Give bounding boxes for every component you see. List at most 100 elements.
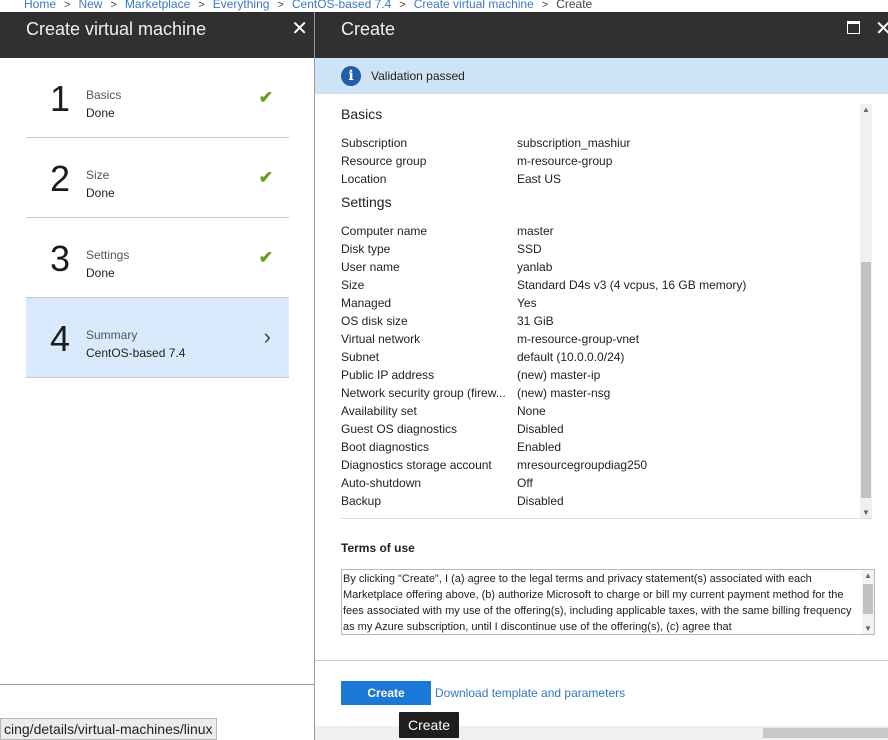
summary-key: Diagnostics storage account: [341, 458, 492, 472]
scrollbar-thumb[interactable]: [863, 584, 873, 614]
summary-row: Managed Yes: [341, 294, 873, 312]
summary-row: Backup Disabled: [341, 492, 873, 510]
summary-row: Disk type SSD: [341, 240, 873, 258]
breadcrumb-link[interactable]: Everything: [213, 0, 270, 11]
section-title: Settings: [341, 194, 392, 210]
check-icon: ✔: [258, 88, 273, 107]
summary-value: Off: [517, 476, 533, 490]
summary-row: Availability set None: [341, 402, 873, 420]
wizard-step-summary[interactable]: 4 Summary CentOS-based 7.4 ›: [26, 298, 289, 378]
summary-value: Enabled: [517, 440, 562, 454]
summary-row: Resource group m-resource-group: [341, 152, 873, 170]
step-number: 2: [50, 158, 71, 199]
summary-value: SSD: [517, 242, 542, 256]
summary-row: Guest OS diagnostics Disabled: [341, 420, 873, 438]
step-status: CentOS-based 7.4: [86, 346, 186, 360]
summary-value: Yes: [517, 296, 537, 310]
summary-key: Boot diagnostics: [341, 440, 430, 454]
summary-value: mresourcegroupdiag250: [517, 458, 648, 472]
validation-message: Validation passed: [371, 69, 465, 83]
vertical-scrollbar[interactable]: ▲ ▼: [860, 104, 872, 518]
summary-row: Network security group (firew... (new) ma…: [341, 384, 873, 402]
summary-key: Virtual network: [341, 332, 421, 346]
breadcrumb-link[interactable]: CentOS-based 7.4: [292, 0, 391, 11]
scroll-down-icon[interactable]: ▼: [860, 508, 872, 517]
blade-title: Create virtual machine: [26, 19, 207, 39]
breadcrumb-current: Create: [556, 0, 593, 11]
wizard-step-basics[interactable]: 1 Basics Done ✔: [26, 58, 289, 138]
wizard-steps: 1 Basics Done ✔ 2 Size Done ✔ 3 Settings Done ✔ 4 Sum…: [26, 58, 289, 378]
scrollbar-thumb[interactable]: [861, 262, 871, 498]
summary-key: User name: [341, 260, 400, 274]
breadcrumb-link[interactable]: Marketplace: [125, 0, 190, 11]
summary-value: East US: [517, 172, 562, 186]
summary-key: Disk type: [341, 242, 391, 256]
step-status: Done: [86, 106, 115, 120]
section-title: Basics: [341, 106, 383, 122]
summary-value: 31 GiB: [517, 314, 554, 328]
summary-value: (new) master-ip: [517, 368, 601, 382]
summary-value: m-resource-group-vnet: [517, 332, 640, 346]
chevron-right-icon: ›: [263, 324, 271, 349]
chevron-right-icon: >: [198, 0, 205, 11]
summary-value: (new) master-nsg: [517, 386, 611, 400]
breadcrumb-link[interactable]: New: [78, 0, 102, 11]
chevron-right-icon: >: [110, 0, 117, 11]
summary-key: Size: [341, 278, 365, 292]
summary-row: Size Standard D4s v3 (4 vcpus, 16 GB memo…: [341, 276, 873, 294]
download-template-link[interactable]: Download template and parameters: [435, 686, 625, 700]
summary-key: Subscription: [341, 136, 408, 150]
create-vm-blade: Create virtual machine ✕ 1 Basics Done ✔ 2 Si…: [0, 12, 315, 740]
breadcrumb-link[interactable]: Home: [24, 0, 56, 11]
close-icon[interactable]: ✕: [875, 16, 888, 41]
summary-value: Standard D4s v3 (4 vcpus, 16 GB memory): [517, 278, 747, 292]
terms-textbox[interactable]: By clicking "Create", I (a) agree to the…: [341, 569, 875, 635]
validation-banner: i Validation passed: [315, 58, 888, 94]
chevron-right-icon: >: [64, 0, 71, 11]
summary-list[interactable]: Basics Subscription subscription_mashiur Re…: [341, 104, 873, 518]
summary-key: Resource group: [341, 154, 427, 168]
terms-text: By clicking "Create", I (a) agree to the…: [343, 573, 852, 633]
summary-key: Managed: [341, 296, 392, 310]
terms-title: Terms of use: [341, 541, 415, 555]
close-icon[interactable]: ✕: [291, 16, 308, 41]
terms-scrollbar[interactable]: ▲ ▼: [862, 570, 874, 634]
check-icon: ✔: [258, 248, 273, 267]
step-number: 3: [50, 238, 71, 279]
summary-value: subscription_mashiur: [517, 136, 631, 150]
create-tooltip: Create: [399, 712, 459, 738]
divider: [0, 684, 314, 685]
summary-key: OS disk size: [341, 314, 408, 328]
summary-key: Guest OS diagnostics: [341, 422, 458, 436]
step-title: Size: [86, 168, 110, 182]
maximize-icon[interactable]: [847, 21, 860, 34]
breadcrumb-link[interactable]: Create virtual machine: [414, 0, 534, 11]
scrollbar-thumb[interactable]: [763, 728, 888, 738]
scroll-up-icon[interactable]: ▲: [862, 571, 874, 580]
step-number: 4: [50, 318, 71, 359]
status-url: cing/details/virtual-machines/linux: [0, 718, 217, 740]
scroll-down-icon[interactable]: ▼: [862, 624, 874, 633]
summary-value: m-resource-group: [517, 154, 613, 168]
summary-key: Public IP address: [341, 368, 435, 382]
summary-row: Boot diagnostics Enabled: [341, 438, 873, 456]
chevron-right-icon: >: [277, 0, 284, 11]
summary-row: Location East US: [341, 170, 873, 188]
step-number: 1: [50, 78, 71, 119]
step-title: Settings: [86, 248, 130, 262]
summary-value: Disabled: [517, 494, 564, 508]
create-summary-blade: Create ✕ i Validation passed Basics Subsc…: [315, 12, 888, 740]
summary-key: Location: [341, 172, 387, 186]
blade-header: Create ✕: [315, 12, 888, 58]
create-button[interactable]: Create: [341, 681, 431, 705]
summary-key: Subnet: [341, 350, 380, 364]
wizard-step-settings[interactable]: 3 Settings Done ✔: [26, 218, 289, 298]
summary-row: Computer name master: [341, 222, 873, 240]
step-title: Basics: [86, 88, 122, 102]
summary-key: Backup: [341, 494, 382, 508]
scroll-up-icon[interactable]: ▲: [860, 105, 872, 114]
summary-value: None: [517, 404, 546, 418]
breadcrumb: Home > New > Marketplace > Everything > CentOS-b…: [0, 0, 888, 12]
wizard-step-size[interactable]: 2 Size Done ✔: [26, 138, 289, 218]
info-icon: i: [341, 66, 361, 86]
